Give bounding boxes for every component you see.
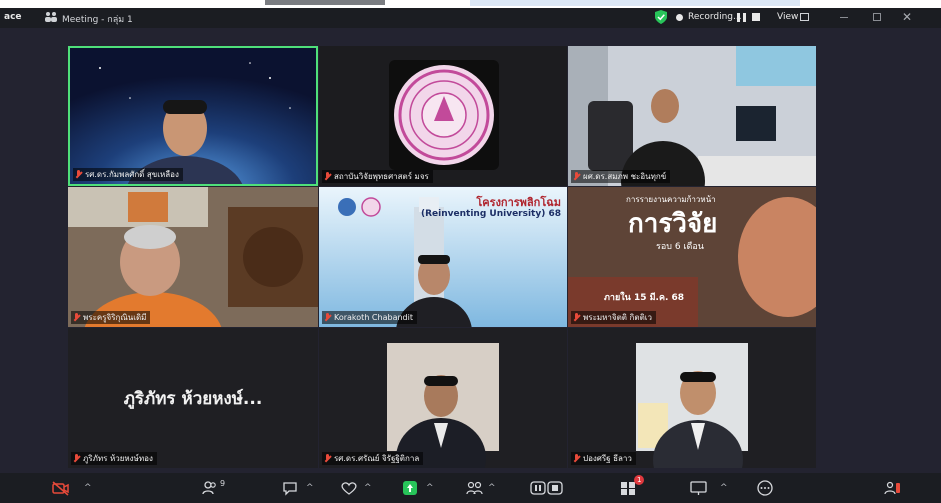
chat-options-caret[interactable]: ^ xyxy=(306,483,314,493)
share-icon[interactable] xyxy=(402,480,418,496)
mic-muted-icon xyxy=(573,172,580,181)
host-tools-icon[interactable] xyxy=(466,480,484,496)
mic-muted-icon xyxy=(75,170,82,179)
encryption-shield-icon[interactable] xyxy=(655,10,667,24)
top-strip-grey xyxy=(265,0,385,5)
mic-muted-icon xyxy=(324,454,331,463)
top-strip xyxy=(0,0,941,8)
participant-name-tag: ผศ.ดร.สมภพ ชะอินทุกข์ xyxy=(571,170,671,183)
recording-label: Recording... xyxy=(688,12,742,22)
mic-muted-icon xyxy=(324,172,331,181)
participant-name-tag: ภูริภัทร ห้วยหงษ์ทอง xyxy=(71,452,157,465)
research-subheading: รอบ 6 เดือน xyxy=(656,242,704,252)
participant-tile[interactable]: รศ.ดร.ศรัณย์ จิรัฐฐิติกาล xyxy=(319,328,567,468)
video-options-caret[interactable]: ^ xyxy=(84,483,92,493)
space-background xyxy=(70,48,316,184)
whiteboard-caret[interactable]: ^ xyxy=(720,483,728,493)
apps-badge: 1 xyxy=(634,475,645,485)
share-options-caret[interactable]: ^ xyxy=(426,483,434,493)
apps-icon[interactable] xyxy=(620,480,636,496)
react-icon[interactable] xyxy=(340,480,358,496)
video-off-icon[interactable] xyxy=(52,480,70,496)
view-button[interactable]: View xyxy=(777,12,798,22)
participant-name-tag: รศ.ดร.ศรัณย์ จิรัฐฐิติกาล xyxy=(322,452,424,465)
participant-tile[interactable]: ผศ.ดร.สมภพ ชะอินทุกข์ xyxy=(568,46,816,186)
maximize-icon[interactable] xyxy=(873,13,881,21)
participant-name-tag: รศ.ดร.กัมพลศักดิ์ สุขเหลือง xyxy=(73,168,183,181)
participants-icon[interactable] xyxy=(202,480,218,496)
participant-tile[interactable]: สถาบันวิจัยพุทธศาสตร์ มจร xyxy=(319,46,567,186)
mic-muted-icon xyxy=(573,313,580,322)
participant-display-name: ภูริภัทร ห้วยหงษ์... xyxy=(123,388,263,409)
banner-subtitle: (Reinventing University) 68 xyxy=(421,209,561,219)
minimize-icon[interactable] xyxy=(840,17,848,18)
recording-dot-icon xyxy=(676,14,683,21)
mic-muted-icon xyxy=(73,313,80,322)
pause-recording-icon[interactable] xyxy=(737,13,746,22)
participant-tile[interactable]: รศ.ดร.กัมพลศักดิ์ สุขเหลือง xyxy=(68,46,318,186)
app-name-fragment: ace xyxy=(4,12,22,22)
mic-muted-icon xyxy=(324,313,331,322)
meeting-toolbar: ^ 9 ^ ^ ^ ^ 1 ^ xyxy=(0,473,941,503)
react-options-caret[interactable]: ^ xyxy=(364,483,372,493)
view-grid-icon[interactable] xyxy=(800,13,809,21)
leave-icon[interactable] xyxy=(884,480,902,496)
whiteboard-icon[interactable] xyxy=(690,480,708,496)
participant-tile[interactable]: พระครูจิริกุณินเดิมี xyxy=(68,187,318,327)
portrait-photo xyxy=(387,343,499,468)
stop-recording-icon[interactable] xyxy=(752,13,760,21)
captions-icon[interactable] xyxy=(530,480,564,496)
meeting-title[interactable]: Meeting - กลุ่ม 1 xyxy=(62,12,133,26)
portrait-photo xyxy=(636,343,748,468)
participant-name-tag: พระมหาจิตติ กิตติเว xyxy=(571,311,656,324)
host-tools-caret[interactable]: ^ xyxy=(488,483,496,493)
participant-name-tag: Korakoth Chabandit xyxy=(322,311,417,324)
institute-logo xyxy=(389,60,499,170)
office-background xyxy=(568,46,816,186)
research-heading-big: การวิจัย xyxy=(628,209,718,239)
close-icon[interactable]: ✕ xyxy=(902,10,912,24)
chat-icon[interactable] xyxy=(282,480,298,496)
research-deadline: ภายใน 15 มี.ค. 68 xyxy=(604,293,685,303)
participant-name-tag: สถาบันวิจัยพุทธศาสตร์ มจร xyxy=(322,170,433,183)
participant-tile[interactable]: ภูริภัทร ห้วยหงษ์... ภูริภัทร ห้วยหงษ์ทอ… xyxy=(68,328,318,468)
title-bar: ace Meeting - กลุ่ม 1 Recording... View … xyxy=(0,8,941,28)
monk-room-background xyxy=(68,187,318,327)
video-gallery: รศ.ดร.กัมพลศักดิ์ สุขเหลือง สถาบันวิจัยพ… xyxy=(0,28,941,473)
participant-name-tag: พระครูจิริกุณินเดิมี xyxy=(71,311,151,324)
participant-tile[interactable]: ปองศรีฐ ธีลาว xyxy=(568,328,816,468)
top-strip-blue xyxy=(470,0,800,6)
participant-name-tag: ปองศรีฐ ธีลาว xyxy=(571,452,636,465)
more-icon[interactable] xyxy=(756,480,774,496)
meeting-icon xyxy=(45,12,57,22)
participants-count: 9 xyxy=(220,479,226,488)
mic-muted-icon xyxy=(573,454,580,463)
participant-tile[interactable]: การรายงานความก้าวหน้า การวิจัย รอบ 6 เดื… xyxy=(568,187,816,327)
participant-tile[interactable]: โครงการพลิกโฉม (Reinventing University) … xyxy=(319,187,567,327)
mic-muted-icon xyxy=(73,454,80,463)
